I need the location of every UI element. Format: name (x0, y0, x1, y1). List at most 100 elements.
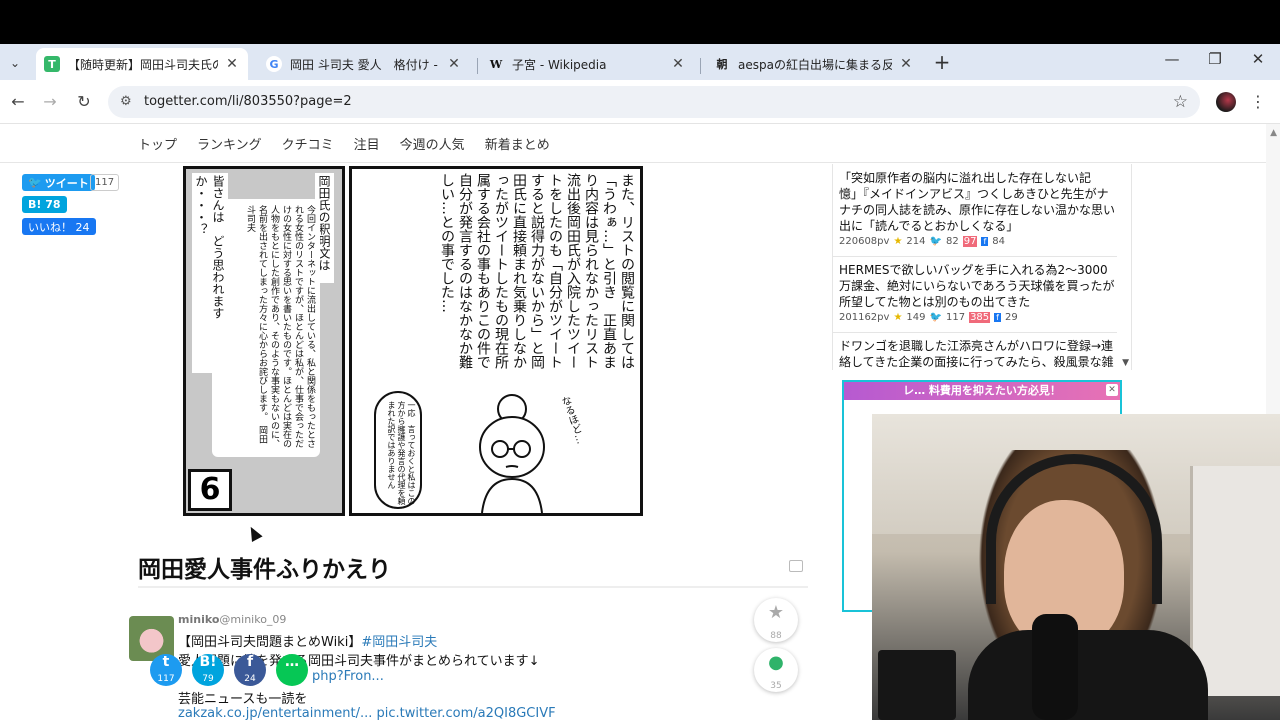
tab-title: 岡田 斗司夫 愛人 格付け - Go (290, 57, 440, 72)
naruhodo-text: なるほど… (558, 394, 586, 446)
nav-divider (0, 162, 1266, 163)
manga-right-text: また、リストの閲覧に関しては「うわぁ…」と引き 正直あまり内容は見られなかったリ… (439, 173, 635, 369)
close-icon[interactable]: ✕ (446, 56, 462, 72)
tab-separator (700, 58, 701, 74)
tab-togetter[interactable]: T 【随時更新】岡田斗司夫氏の暴露 ✕ (36, 48, 248, 80)
reply-button[interactable]: ● 35 (754, 648, 798, 692)
star-icon: ★ (893, 236, 903, 247)
float-twitter-count: 117 (157, 674, 175, 684)
zakzak-link[interactable]: zakzak.co.jp/entertainment/... (178, 706, 372, 720)
reply-count: 35 (770, 681, 782, 691)
ad-close-icon[interactable]: ✕ (1106, 384, 1118, 396)
tweet-count: 82 (945, 236, 959, 247)
tweet-label: ツイート (44, 176, 89, 190)
tab-wikipedia[interactable]: W 子宮 - Wikipedia ✕ (480, 48, 694, 80)
float-facebook-button[interactable]: f 24 (234, 654, 266, 686)
tab-google[interactable]: G 岡田 斗司夫 愛人 格付け - Go ✕ (258, 48, 470, 80)
bookmark-star-icon[interactable]: ☆ (1173, 92, 1188, 112)
hashtag-link[interactable]: #岡田斗司夫 (361, 635, 437, 650)
microphone (1032, 614, 1078, 720)
float-facebook-count: 24 (244, 674, 256, 684)
webcam-overlay (872, 414, 1280, 720)
url-text[interactable]: togetter.com/li/803550?page=2 (144, 94, 352, 109)
star-icon: ★ (893, 312, 903, 323)
related-item-title[interactable]: 「突如原作者の脳内に溢れ出した存在しない記憶」『メイドインアビス』つくしあきひと… (839, 170, 1115, 234)
scroll-up-icon[interactable]: ▲ (1270, 128, 1277, 138)
tweet-line-2: 愛人問題に端を発する岡田斗司夫事件がまとめられています↓ (178, 654, 540, 669)
related-item-meta: 201162pv ★ 149 🐦 117 385 f 29 (839, 312, 1018, 323)
related-item-title[interactable]: ドワンゴを退職した江添亮さんがハロワに登録→連絡してきた企業の面接に行ってみたら… (839, 338, 1115, 370)
panel-number: 6 (188, 469, 232, 511)
related-item-meta: 220608pv ★ 214 🐦 82 97 f 84 (839, 236, 1005, 247)
address-bar[interactable]: ⚙ togetter.com/li/803550?page=2 ☆ (108, 86, 1200, 118)
tweet-line-4: 芸能ニュースも一読を (178, 692, 308, 707)
tab-title: aespaの紅白出場に集まる反対署 (738, 57, 892, 72)
float-twitter-button[interactable]: t 117 (150, 654, 182, 686)
related-list[interactable]: 「突如原作者の脳内に溢れ出した存在しない記憶」『メイドインアビス』つくしあきひと… (832, 164, 1132, 370)
nav-new[interactable]: 新着まとめ (485, 134, 550, 153)
twitter-icon: t (162, 654, 170, 670)
hatena-count: 385 (969, 312, 991, 323)
webcam-body (968, 630, 1208, 720)
twitter-icon: 🐦 (929, 312, 942, 323)
speech-bubble: 一応 言っておくと私はこの方から擁護や発言の代理を頼まれた訳ではありません (374, 391, 422, 509)
float-hatena-count: 79 (202, 674, 214, 684)
twitter-bird-icon: 🐦 (28, 176, 42, 189)
float-hatena-button[interactable]: B! 79 (192, 654, 224, 686)
tweet-button[interactable]: 🐦 ツイート (22, 174, 95, 191)
profile-avatar[interactable] (1216, 92, 1236, 112)
hatena-count: 97 (962, 236, 978, 247)
tab-search-chevron-icon[interactable]: ⌄ (4, 52, 26, 74)
tweet-link-php[interactable]: php?Fron... (312, 669, 384, 684)
section-divider (138, 586, 808, 588)
pv-count: 201162pv (839, 312, 890, 323)
close-icon[interactable]: ✕ (898, 56, 914, 72)
tweet-user-name[interactable]: miniko (178, 613, 219, 626)
scroll-down-icon[interactable]: ▼ (1122, 358, 1129, 368)
tweet-user-handle[interactable]: @miniko_09 (219, 613, 286, 626)
tweet-link-php-text[interactable]: php?Fron... (312, 669, 384, 684)
twitter-icon: 🐦 (929, 236, 942, 247)
statement-box: 今回インターネットに流出している、私と関係をもったとされる女性のリストですが、ほ… (212, 199, 320, 457)
tab-asahi[interactable]: 朝 aespaの紅白出場に集まる反対署 ✕ (706, 48, 922, 80)
new-tab-plus-icon[interactable]: + (932, 50, 952, 74)
close-icon[interactable]: ✕ (670, 56, 686, 72)
float-line-button[interactable]: … (276, 654, 308, 686)
facebook-like-button[interactable]: いいね！ 24 (22, 218, 96, 235)
ad-headline[interactable]: レ… 料費用を抑えたい方必見！ (844, 382, 1120, 400)
manga-panel-right: また、リストの閲覧に関しては「うわぁ…」と引き 正直あまり内容は見られなかったリ… (349, 166, 643, 516)
tweet-line-1: 【岡田斗司夫問題まとめWiki】#岡田斗司夫 (178, 631, 437, 650)
forward-arrow-icon[interactable]: → (38, 90, 62, 114)
pic-twitter-link[interactable]: pic.twitter.com/a2QI8GCIVF (377, 706, 556, 720)
nav-kuchikomi[interactable]: クチコミ (282, 134, 334, 153)
site-info-icon[interactable]: ⚙ (120, 94, 132, 109)
favorite-button[interactable]: ★ 88 (754, 598, 798, 642)
site-nav: トップ ランキング クチコミ 注目 今週の人気 新着まとめ (138, 134, 550, 153)
nav-top[interactable]: トップ (138, 134, 177, 153)
close-icon[interactable]: ✕ (224, 56, 240, 72)
list-icon[interactable] (789, 560, 803, 572)
related-item-title[interactable]: HERMESで欲しいバッグを手に入れる為2〜3000万課金、絶対にいらないであろ… (839, 262, 1115, 310)
webcam-door (1190, 466, 1280, 696)
hatena-button[interactable]: B! 78 (22, 196, 67, 213)
nav-featured[interactable]: 注目 (354, 134, 380, 153)
window-close-icon[interactable]: ✕ (1248, 50, 1268, 68)
list-divider (833, 332, 1117, 333)
statement-text: 今回インターネットに流出している、私と関係をもったとされる女性のリストですが、ほ… (245, 205, 315, 448)
reload-icon[interactable]: ↻ (72, 90, 96, 114)
nav-ranking[interactable]: ランキング (197, 134, 262, 153)
restore-icon[interactable]: ❐ (1205, 50, 1225, 68)
nav-weekly[interactable]: 今週の人気 (400, 134, 465, 153)
tab-strip: ⌄ T 【随時更新】岡田斗司夫氏の暴露 ✕ G 岡田 斗司夫 愛人 格付け - … (0, 44, 1280, 80)
back-arrow-icon[interactable]: ← (6, 90, 30, 114)
manga-left-question: 皆さんは どう思われますか・・・？ (192, 173, 228, 373)
tweet-user[interactable]: miniko@miniko_09 (178, 613, 286, 626)
menu-kebab-icon[interactable]: ⋮ (1250, 92, 1266, 111)
speech-bubble-text: 一応 言っておくと私はこの方から擁護や発言の代理を頼まれた訳ではありません (387, 401, 416, 505)
star-count: 149 (906, 312, 926, 323)
tweet-count: 117 (945, 312, 966, 323)
manga-panel-left: 岡田氏の釈明文は 今回インターネットに流出している、私と関係をもったとされる女性… (183, 166, 345, 516)
minimize-icon[interactable]: — (1162, 50, 1182, 68)
line-icon: … (285, 654, 299, 670)
pv-count: 220608pv (839, 236, 890, 247)
